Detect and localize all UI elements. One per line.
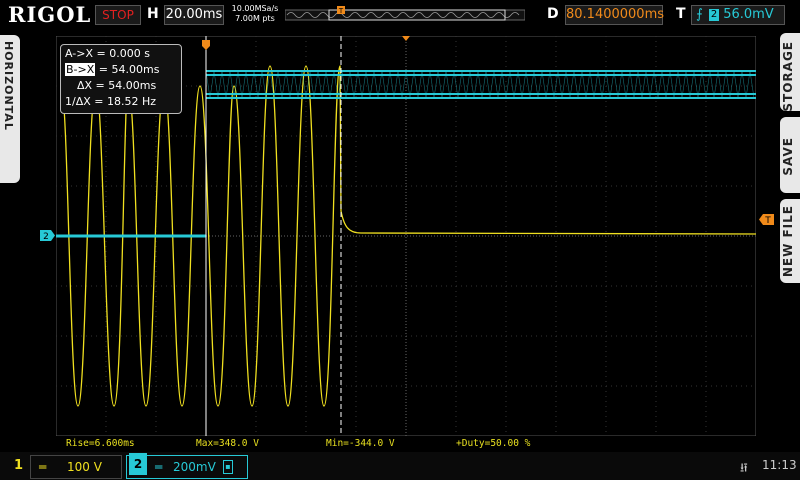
dc-coupling-icon: ═ (155, 460, 163, 474)
channel1-number: 1 (14, 458, 24, 473)
top-status-bar: RIGOL STOP H 20.00ms 10.00MSa/s 7.00M pt… (0, 0, 800, 30)
measure-min: Min=-344.0 V (326, 438, 395, 449)
channel2-settings[interactable]: 2 ═ 200mV ▪ (126, 453, 248, 479)
cursor-bx-readout: B->X = 54.00ms (65, 62, 159, 78)
cursor-measure-panel: A->X = 0.000 s B->X = 54.00ms ΔX = 54.00… (60, 44, 182, 114)
horizontal-tab-label: HORIZONTAL (2, 41, 15, 131)
cursor-bx-key: B->X (65, 63, 96, 76)
channel2-ground-marker[interactable]: 2 (40, 230, 56, 241)
cursor-inv-dx-readout: 1/ΔX = 18.52 Hz (65, 95, 157, 108)
timebase-value[interactable]: 20.00ms (164, 5, 224, 25)
system-clock: 11:13 (762, 458, 797, 472)
storage-tab-label: STORAGE (781, 41, 795, 112)
new-file-tab[interactable]: NEW FILE (780, 199, 800, 283)
trigger-level-marker[interactable]: T (758, 214, 774, 225)
svg-text:T: T (338, 7, 344, 15)
cursor-ax-readout: A->X = 0.000 s (65, 47, 150, 60)
channel-status-bar: 1 ═ 100 V 2 ═ 200mV ▪ ⭿ 11:13 (0, 452, 800, 480)
dc-coupling-icon: ═ (39, 460, 47, 474)
rising-edge-icon: ⨍ (696, 7, 703, 22)
save-tab-label: SAVE (781, 137, 795, 176)
channel1-scale: 100 V (67, 460, 102, 474)
delay-value[interactable]: 80.1400000ms (565, 5, 664, 25)
run-stop-status[interactable]: STOP (95, 5, 141, 25)
horizontal-menu-tab[interactable]: HORIZONTAL (0, 35, 20, 183)
channel1-settings[interactable]: ═ 100 V (30, 455, 122, 479)
trigger-position-icon: T (337, 6, 345, 15)
measure-rise: Rise=6.600ms (66, 438, 135, 449)
new-file-tab-label: NEW FILE (781, 205, 795, 278)
cursor-dx-readout: ΔX = 54.00ms (77, 79, 157, 92)
horizontal-label: H (147, 6, 159, 22)
trigger-level: 56.0mV (723, 7, 774, 22)
trigger-label: T (676, 6, 686, 22)
memory-depth: 7.00M pts (235, 14, 275, 23)
save-tab[interactable]: SAVE (780, 117, 800, 193)
channel2-scale: 200mV (173, 460, 216, 474)
storage-tab[interactable]: STORAGE (780, 33, 800, 112)
delay-label: D (547, 6, 559, 22)
measure-max: Max=348.0 V (196, 438, 259, 449)
channel2-number: 2 (129, 453, 147, 475)
svg-text:2: 2 (43, 232, 49, 241)
right-menu: STORAGE SAVE NEW FILE (780, 33, 800, 283)
brand-logo: RIGOL (8, 2, 92, 27)
trigger-channel-badge: 2 (709, 9, 720, 21)
measure-duty: +Duty=50.00 % (456, 438, 531, 449)
svg-text:T: T (764, 216, 771, 225)
bandwidth-limit-icon: ▪ (223, 460, 233, 474)
usb-icon: ⭿ (740, 461, 748, 475)
cursor-bx-value: = 54.00ms (98, 63, 160, 76)
memory-position-bar[interactable]: T (285, 6, 525, 22)
sample-rate: 10.00MSa/s (231, 4, 279, 13)
trigger-settings[interactable]: ⨍ 2 56.0mV (691, 5, 785, 25)
sample-info: 10.00MSa/s 7.00M pts (229, 4, 281, 24)
